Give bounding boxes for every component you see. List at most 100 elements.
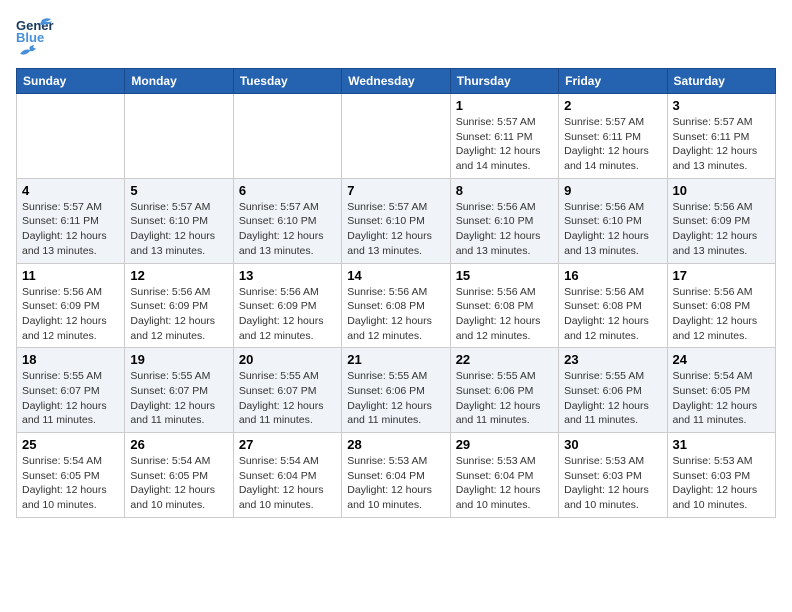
calendar-day-cell: 1 Sunrise: 5:57 AMSunset: 6:11 PMDaylight…	[450, 94, 558, 179]
day-info: Sunrise: 5:56 AMSunset: 6:08 PMDaylight:…	[347, 285, 444, 344]
day-info: Sunrise: 5:57 AMSunset: 6:10 PMDaylight:…	[130, 200, 227, 259]
calendar-day-cell: 13 Sunrise: 5:56 AMSunset: 6:09 PMDayligh…	[233, 263, 341, 348]
day-number: 25	[22, 437, 119, 452]
calendar-week-row: 4Sunrise: 5:57 AMSunset: 6:11 PMDaylight…	[17, 178, 776, 263]
day-number: 21	[347, 352, 444, 367]
day-of-week-header: Saturday	[667, 69, 775, 94]
day-info: Sunrise: 5:55 AMSunset: 6:06 PMDaylight:…	[564, 369, 661, 428]
day-info: Sunrise: 5:57 AMSunset: 6:11 PMDaylight:…	[456, 115, 553, 174]
calendar-day-cell: 19 Sunrise: 5:55 AMSunset: 6:07 PMDayligh…	[125, 348, 233, 433]
day-number: 2	[564, 98, 661, 113]
day-number: 8	[456, 183, 553, 198]
day-info: Sunrise: 5:56 AMSunset: 6:09 PMDaylight:…	[130, 285, 227, 344]
calendar-week-row: 25 Sunrise: 5:54 AMSunset: 6:05 PMDayligh…	[17, 433, 776, 518]
calendar-day-cell: 15 Sunrise: 5:56 AMSunset: 6:08 PMDayligh…	[450, 263, 558, 348]
day-number: 9	[564, 183, 661, 198]
day-number: 14	[347, 268, 444, 283]
day-info: Sunrise: 5:56 AMSunset: 6:09 PMDaylight:…	[673, 200, 770, 259]
calendar-day-cell: 4Sunrise: 5:57 AMSunset: 6:11 PMDaylight…	[17, 178, 125, 263]
day-of-week-header: Sunday	[17, 69, 125, 94]
day-number: 23	[564, 352, 661, 367]
calendar-day-cell: 18Sunrise: 5:55 AMSunset: 6:07 PMDayligh…	[17, 348, 125, 433]
calendar-day-cell: 28Sunrise: 5:53 AMSunset: 6:04 PMDayligh…	[342, 433, 450, 518]
day-info: Sunrise: 5:56 AMSunset: 6:08 PMDaylight:…	[456, 285, 553, 344]
day-of-week-header: Tuesday	[233, 69, 341, 94]
day-info: Sunrise: 5:55 AMSunset: 6:07 PMDaylight:…	[130, 369, 227, 428]
day-info: Sunrise: 5:57 AMSunset: 6:11 PMDaylight:…	[22, 200, 119, 259]
logo: General Blue	[16, 16, 54, 60]
day-number: 28	[347, 437, 444, 452]
calendar-day-cell: 14 Sunrise: 5:56 AMSunset: 6:08 PMDayligh…	[342, 263, 450, 348]
day-number: 26	[130, 437, 227, 452]
day-number: 19	[130, 352, 227, 367]
day-info: Sunrise: 5:55 AMSunset: 6:07 PMDaylight:…	[22, 369, 119, 428]
day-number: 16	[564, 268, 661, 283]
calendar-day-cell: 29 Sunrise: 5:53 AMSunset: 6:04 PMDayligh…	[450, 433, 558, 518]
calendar-day-cell: 9 Sunrise: 5:56 AMSunset: 6:10 PMDaylight…	[559, 178, 667, 263]
calendar-day-cell: 7 Sunrise: 5:57 AMSunset: 6:10 PMDaylight…	[342, 178, 450, 263]
svg-text:Blue: Blue	[16, 30, 44, 44]
calendar-day-cell: 26 Sunrise: 5:54 AMSunset: 6:05 PMDayligh…	[125, 433, 233, 518]
day-info: Sunrise: 5:54 AMSunset: 6:04 PMDaylight:…	[239, 454, 336, 513]
day-info: Sunrise: 5:54 AMSunset: 6:05 PMDaylight:…	[673, 369, 770, 428]
day-info: Sunrise: 5:53 AMSunset: 6:03 PMDaylight:…	[673, 454, 770, 513]
day-info: Sunrise: 5:57 AMSunset: 6:10 PMDaylight:…	[347, 200, 444, 259]
calendar-day-cell: 2 Sunrise: 5:57 AMSunset: 6:11 PMDaylight…	[559, 94, 667, 179]
day-number: 17	[673, 268, 770, 283]
calendar-day-cell: 5Sunrise: 5:57 AMSunset: 6:10 PMDaylight…	[125, 178, 233, 263]
day-info: Sunrise: 5:56 AMSunset: 6:09 PMDaylight:…	[22, 285, 119, 344]
day-number: 13	[239, 268, 336, 283]
page-header: General Blue	[16, 16, 776, 60]
day-number: 15	[456, 268, 553, 283]
day-number: 11	[22, 268, 119, 283]
day-number: 27	[239, 437, 336, 452]
calendar-header-row: SundayMondayTuesdayWednesdayThursdayFrid…	[17, 69, 776, 94]
day-number: 24	[673, 352, 770, 367]
calendar-day-cell: 6 Sunrise: 5:57 AMSunset: 6:10 PMDaylight…	[233, 178, 341, 263]
day-number: 3	[673, 98, 770, 113]
calendar-day-cell: 12 Sunrise: 5:56 AMSunset: 6:09 PMDayligh…	[125, 263, 233, 348]
day-of-week-header: Friday	[559, 69, 667, 94]
calendar-day-cell: 31 Sunrise: 5:53 AMSunset: 6:03 PMDayligh…	[667, 433, 775, 518]
day-number: 10	[673, 183, 770, 198]
calendar-day-cell: 11 Sunrise: 5:56 AMSunset: 6:09 PMDayligh…	[17, 263, 125, 348]
day-info: Sunrise: 5:57 AMSunset: 6:11 PMDaylight:…	[673, 115, 770, 174]
calendar-day-cell: 21Sunrise: 5:55 AMSunset: 6:06 PMDayligh…	[342, 348, 450, 433]
day-info: Sunrise: 5:56 AMSunset: 6:10 PMDaylight:…	[456, 200, 553, 259]
day-info: Sunrise: 5:55 AMSunset: 6:06 PMDaylight:…	[456, 369, 553, 428]
calendar-day-cell: 25Sunrise: 5:54 AMSunset: 6:05 PMDayligh…	[17, 433, 125, 518]
calendar-week-row: 18Sunrise: 5:55 AMSunset: 6:07 PMDayligh…	[17, 348, 776, 433]
day-of-week-header: Monday	[125, 69, 233, 94]
calendar-table: SundayMondayTuesdayWednesdayThursdayFrid…	[16, 68, 776, 518]
day-number: 20	[239, 352, 336, 367]
day-info: Sunrise: 5:56 AMSunset: 6:08 PMDaylight:…	[673, 285, 770, 344]
day-info: Sunrise: 5:53 AMSunset: 6:04 PMDaylight:…	[456, 454, 553, 513]
calendar-day-cell	[125, 94, 233, 179]
calendar-day-cell: 17 Sunrise: 5:56 AMSunset: 6:08 PMDayligh…	[667, 263, 775, 348]
calendar-day-cell: 10 Sunrise: 5:56 AMSunset: 6:09 PMDayligh…	[667, 178, 775, 263]
day-info: Sunrise: 5:55 AMSunset: 6:07 PMDaylight:…	[239, 369, 336, 428]
logo-bird-icon	[18, 44, 40, 58]
day-number: 7	[347, 183, 444, 198]
day-info: Sunrise: 5:57 AMSunset: 6:10 PMDaylight:…	[239, 200, 336, 259]
calendar-day-cell: 30Sunrise: 5:53 AMSunset: 6:03 PMDayligh…	[559, 433, 667, 518]
day-info: Sunrise: 5:57 AMSunset: 6:11 PMDaylight:…	[564, 115, 661, 174]
calendar-day-cell: 27 Sunrise: 5:54 AMSunset: 6:04 PMDayligh…	[233, 433, 341, 518]
calendar-day-cell: 22Sunrise: 5:55 AMSunset: 6:06 PMDayligh…	[450, 348, 558, 433]
day-info: Sunrise: 5:56 AMSunset: 6:08 PMDaylight:…	[564, 285, 661, 344]
day-number: 6	[239, 183, 336, 198]
day-info: Sunrise: 5:56 AMSunset: 6:10 PMDaylight:…	[564, 200, 661, 259]
day-number: 29	[456, 437, 553, 452]
day-of-week-header: Thursday	[450, 69, 558, 94]
calendar-day-cell: 8 Sunrise: 5:56 AMSunset: 6:10 PMDaylight…	[450, 178, 558, 263]
day-info: Sunrise: 5:54 AMSunset: 6:05 PMDaylight:…	[130, 454, 227, 513]
day-number: 1	[456, 98, 553, 113]
calendar-day-cell: 20 Sunrise: 5:55 AMSunset: 6:07 PMDayligh…	[233, 348, 341, 433]
calendar-day-cell	[233, 94, 341, 179]
day-number: 12	[130, 268, 227, 283]
day-info: Sunrise: 5:56 AMSunset: 6:09 PMDaylight:…	[239, 285, 336, 344]
calendar-week-row: 11 Sunrise: 5:56 AMSunset: 6:09 PMDayligh…	[17, 263, 776, 348]
day-number: 31	[673, 437, 770, 452]
calendar-day-cell: 3 Sunrise: 5:57 AMSunset: 6:11 PMDaylight…	[667, 94, 775, 179]
calendar-day-cell: 24 Sunrise: 5:54 AMSunset: 6:05 PMDayligh…	[667, 348, 775, 433]
